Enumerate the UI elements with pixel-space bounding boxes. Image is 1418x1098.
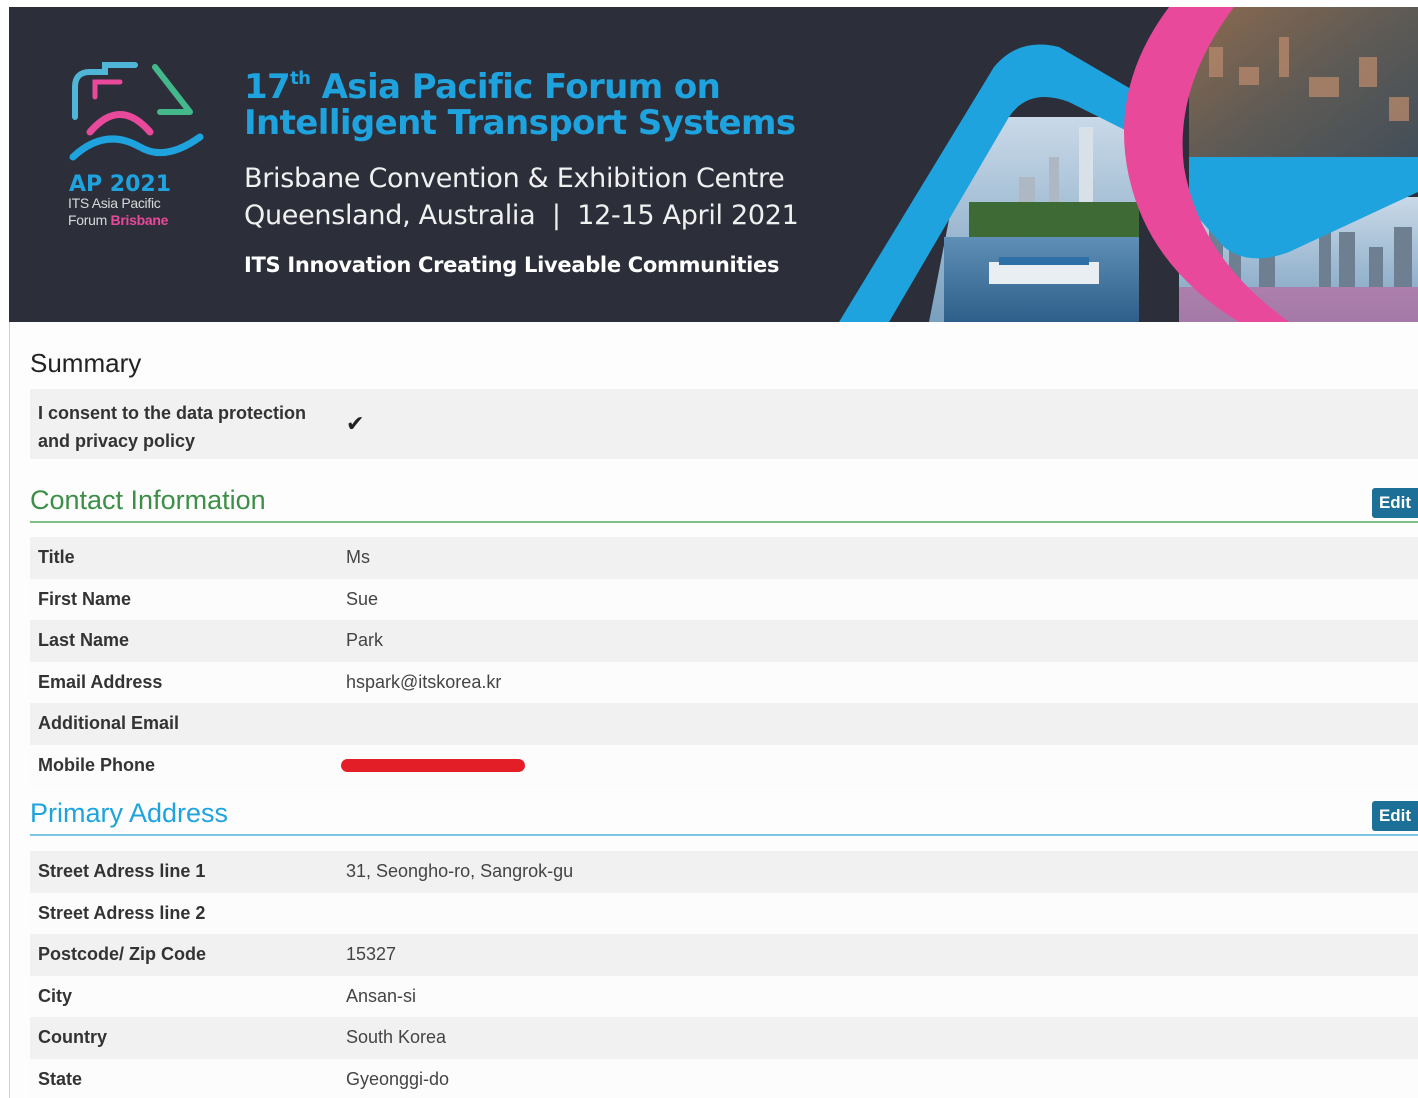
panel-border (9, 322, 10, 1098)
address-section-divider (30, 834, 1418, 836)
logo-city: Brisbane (110, 212, 169, 228)
table-row: First Name Sue (30, 578, 1418, 621)
address-table: Street Adress line 1 31, Seongho-ro, San… (30, 851, 1418, 1098)
row-value: Park (346, 630, 384, 651)
banner-location-dates: Queensland, Australia | 12-15 April 2021 (244, 200, 799, 231)
row-label: Email Address (38, 671, 163, 692)
row-value: Gyeonggi-do (346, 1068, 450, 1089)
row-label: Postcode/ Zip Code (38, 944, 207, 965)
table-row: City Ansan-si (30, 975, 1418, 1018)
row-value: South Korea (346, 1027, 447, 1048)
table-row: Additional Email (30, 703, 1418, 745)
row-label: Street Adress line 1 (38, 861, 206, 881)
consent-label: I consent to the data protection and pri… (38, 403, 307, 451)
table-row: Last Name Park (30, 620, 1418, 662)
contact-table: Title Ms First Name Sue Last Name Park E… (30, 537, 1418, 787)
row-label: State (38, 1068, 83, 1089)
edit-address-button[interactable]: Edit (1372, 801, 1418, 831)
row-label: Street Adress line 2 (38, 902, 206, 923)
table-row: Country South Korea (30, 1017, 1418, 1059)
table-row: Postcode/ Zip Code 15327 (30, 934, 1418, 976)
row-value: Ms (346, 547, 370, 567)
row-label: City (38, 985, 73, 1006)
row-label: First Name (38, 588, 132, 609)
logo-forum-line: Forum Brisbane (68, 212, 168, 228)
table-row: Title Ms (30, 537, 1418, 579)
row-label: Last Name (38, 630, 130, 651)
table-row: State Gyeonggi-do (30, 1058, 1418, 1098)
banner-tagline: ITS Innovation Creating Liveable Communi… (244, 253, 780, 277)
table-row: Email Address hspark@itskorea.kr (30, 661, 1418, 704)
table-row: Street Adress line 1 31, Seongho-ro, San… (30, 851, 1418, 893)
summary-heading: Summary (30, 348, 142, 378)
check-icon: ✔ (346, 411, 365, 436)
contact-information-heading: Contact Information (30, 485, 266, 515)
logo-year: AP 2021 (69, 172, 172, 197)
row-value: Sue (346, 588, 379, 609)
row-label: Mobile Phone (38, 754, 155, 775)
row-label: Country (38, 1027, 107, 1048)
table-row: Mobile Phone (30, 744, 1418, 787)
logo-org-line: ITS Asia Pacific (68, 195, 161, 211)
edit-contact-button[interactable]: Edit (1372, 488, 1418, 518)
title-ordinal: th (290, 68, 311, 89)
row-value: 15327 (346, 944, 397, 965)
row-value: hspark@itskorea.kr (346, 671, 502, 692)
logo-forum-word: Forum (68, 212, 107, 228)
event-banner: AP 2021 ITS Asia Pacific Forum Brisbane … (9, 7, 1418, 322)
row-label: Additional Email (38, 713, 180, 734)
primary-address-heading: Primary Address (30, 798, 229, 828)
banner-title-line2: Intelligent Transport Systems (244, 103, 796, 143)
contact-section-divider (30, 521, 1418, 523)
row-value: 31, Seongho-ro, Sangrok-gu (346, 861, 574, 881)
redaction-mark (341, 759, 525, 772)
row-label: Title (38, 547, 75, 567)
table-row: Street Adress line 2 (30, 892, 1418, 935)
banner-venue: Brisbane Convention & Exhibition Centre (244, 163, 785, 194)
row-value: Ansan-si (346, 985, 417, 1006)
consent-row: I consent to the data protection and pri… (30, 389, 1418, 459)
